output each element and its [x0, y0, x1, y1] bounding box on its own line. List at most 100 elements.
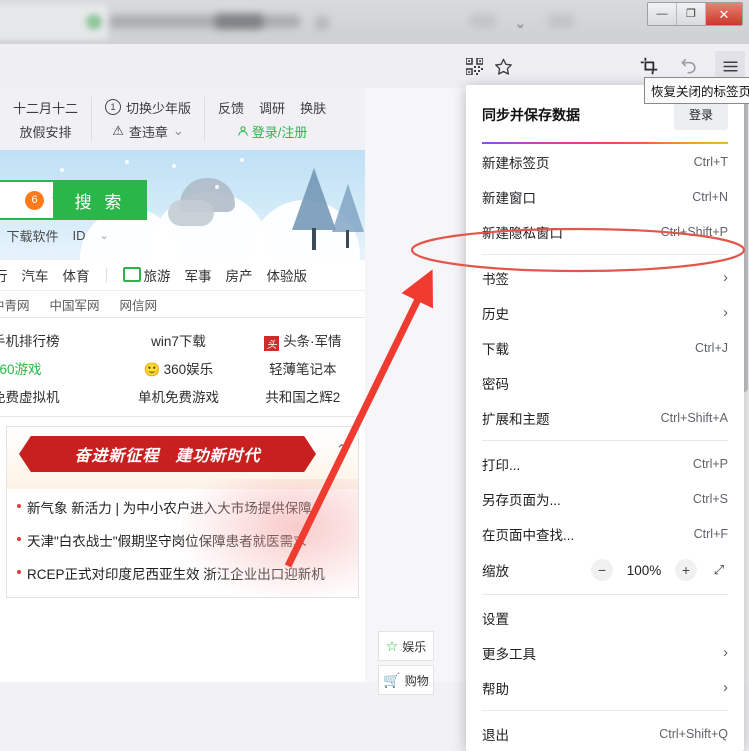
subnav-item-0[interactable]: 中青网: [0, 295, 30, 314]
fullscreen-icon[interactable]: ⤢: [708, 559, 730, 581]
menu-item-print[interactable]: 打印... Ctrl+P: [466, 446, 744, 481]
feedback-link[interactable]: 反馈: [218, 98, 244, 117]
menu-item-new-tab[interactable]: 新建标签页 Ctrl+T: [466, 144, 744, 179]
minimize-icon: —: [657, 9, 668, 20]
menu-item-extensions-themes[interactable]: 扩展和主题 Ctrl+Shift+A: [466, 400, 744, 435]
bookmark-star-icon[interactable]: [490, 53, 516, 79]
chevron-down-icon[interactable]: ⌄: [514, 14, 536, 28]
grid-link-0-2[interactable]: 头头条·军情: [241, 330, 365, 351]
chevron-down-icon[interactable]: ⌄: [173, 123, 184, 139]
menu-item-accel: Ctrl+F: [694, 527, 728, 541]
menu-item-passwords[interactable]: 密码: [466, 365, 744, 400]
minimize-button[interactable]: —: [648, 3, 677, 25]
tab-title-blurred: [110, 15, 300, 28]
menu-item-bookmarks[interactable]: 书签 ›: [466, 260, 744, 295]
menu-item-more-tools[interactable]: 更多工具 ›: [466, 635, 744, 670]
menu-item-label: 更多工具: [482, 643, 536, 663]
nav-item-5[interactable]: 房产: [226, 265, 253, 285]
nav-item-3[interactable]: 旅游: [123, 265, 171, 285]
violation-check-row[interactable]: ⚠ 查违章 ⌄: [112, 122, 184, 141]
grid-link-0-0[interactable]: 手机排行榜: [0, 330, 116, 350]
menu-item-history[interactable]: 历史 ›: [466, 295, 744, 330]
zoom-in-button[interactable]: +: [675, 559, 697, 581]
menu-item-accel: Ctrl+Shift+P: [661, 225, 728, 239]
grid-link-1-1[interactable]: 🙂360娱乐: [116, 358, 240, 378]
tooltip-restore-closed-tab: 恢复关闭的标签页: [644, 77, 749, 104]
grid-link-1-2[interactable]: 轻薄笔记本: [241, 358, 365, 378]
screenshot-crop-icon[interactable]: [636, 53, 662, 79]
search-button[interactable]: 搜 索: [53, 180, 147, 220]
nav-item-1[interactable]: 汽车: [22, 265, 49, 285]
window-controls: — ❐ ✕: [647, 2, 743, 26]
widget-entertainment[interactable]: ☆ 娱乐: [378, 631, 434, 661]
menu-item-new-incognito-window[interactable]: 新建隐私窗口 Ctrl+Shift+P: [466, 214, 744, 249]
hero-rock-2: [168, 200, 214, 226]
nav-item-6[interactable]: 体验版: [267, 265, 308, 285]
menu-item-label: 另存页面为...: [482, 489, 561, 509]
banner-text-left: 奋进新征程: [74, 442, 159, 466]
smiley-icon: 🙂: [144, 362, 161, 377]
menu-item-downloads[interactable]: 下载 Ctrl+J: [466, 330, 744, 365]
menu-item-settings[interactable]: 设置: [466, 600, 744, 635]
menu-item-new-window[interactable]: 新建窗口 Ctrl+N: [466, 179, 744, 214]
menu-separator: [482, 440, 728, 441]
grid-link-1-0[interactable]: 360游戏: [0, 358, 116, 378]
nav-item-0[interactable]: 行: [0, 265, 8, 285]
menu-item-accel: Ctrl+J: [695, 341, 728, 355]
nav-item-2[interactable]: 体育: [63, 265, 90, 285]
restore-button[interactable]: ❐: [677, 3, 706, 25]
news-card: 奋进新征程 建功新时代 ⌃ 新气象 新活力 | 为中小农户进入大市场提供保障 天…: [6, 426, 359, 598]
bullet-icon: [17, 570, 21, 574]
grid-link-1-1-label: 360娱乐: [164, 362, 214, 377]
chevron-up-icon[interactable]: ⌃: [335, 441, 348, 459]
menu-item-accel: Ctrl+Shift+Q: [659, 727, 728, 741]
undo-restore-tab-icon[interactable]: [676, 53, 702, 79]
hot-link-2[interactable]: ID: [73, 228, 86, 243]
subnav-item-2[interactable]: 网信网: [120, 295, 158, 314]
close-button[interactable]: ✕: [706, 3, 742, 25]
grid-link-0-2-label: 头条·军情: [283, 334, 342, 349]
nav-divider: [106, 268, 107, 283]
snow-dot: [125, 160, 129, 164]
menu-item-find-in-page[interactable]: 在页面中查找... Ctrl+F: [466, 516, 744, 551]
restore-icon: ❐: [686, 9, 696, 20]
youth-mode-row[interactable]: 1 切换少年版: [105, 98, 191, 117]
chevron-down-icon[interactable]: ⌄: [100, 229, 109, 242]
snow-dot: [240, 158, 244, 162]
hot-link-1[interactable]: 下载软件: [7, 226, 59, 245]
nav-item-4[interactable]: 军事: [185, 265, 212, 285]
survey-link[interactable]: 调研: [259, 98, 285, 117]
homepage-content: 十二月十二 放假安排 1 切换少年版 ⚠ 查违章 ⌄ 反馈 调研 换肤: [0, 88, 365, 682]
menu-item-save-page-as[interactable]: 另存页面为... Ctrl+S: [466, 481, 744, 516]
holiday-column[interactable]: 十二月十二 放假安排: [0, 97, 92, 141]
grid-link-2-2[interactable]: 共和国之辉2: [241, 386, 365, 406]
subnav-item-1[interactable]: 中国军网: [50, 295, 100, 314]
new-tab-button[interactable]: [315, 16, 329, 30]
login-register-link[interactable]: 登录/注册: [237, 122, 308, 141]
tabstrip-blur-1: [470, 14, 496, 28]
snow-dot: [60, 168, 64, 172]
menu-item-exit[interactable]: 退出 Ctrl+Shift+Q: [466, 716, 744, 751]
grid-link-2-1[interactable]: 单机免费游戏: [116, 386, 240, 406]
qr-code-icon[interactable]: [461, 53, 487, 79]
tv-icon: [123, 267, 141, 282]
login-register-label: 登录/注册: [252, 122, 308, 141]
zoom-level-value: 100%: [624, 563, 664, 578]
hero-tree-trunk-2: [346, 230, 349, 248]
hero-tree-1: [292, 168, 336, 230]
homepage-nav: 行 汽车 体育 旅游 军事 房产 体验版: [0, 260, 365, 291]
widget-shopping[interactable]: 🛒 购物: [378, 665, 434, 695]
chevron-right-icon: ›: [723, 269, 728, 286]
grid-link-0-1[interactable]: win7下载: [116, 330, 240, 350]
menu-item-label: 设置: [482, 608, 509, 628]
menu-item-label: 在页面中查找...: [482, 524, 574, 544]
holiday-schedule: 放假安排: [20, 122, 72, 141]
zoom-label: 缩放: [480, 560, 509, 580]
homepage-link-grid: 手机排行榜 win7下载 头头条·军情 360游戏 🙂360娱乐 轻薄笔记本 免…: [0, 318, 365, 417]
zoom-out-button[interactable]: −: [591, 559, 613, 581]
chevron-right-icon: ›: [723, 644, 728, 661]
skin-link[interactable]: 换肤: [300, 98, 326, 117]
grid-link-2-0[interactable]: 免费虚拟机: [0, 386, 116, 406]
widget-shopping-label: 购物: [405, 672, 429, 689]
menu-item-help[interactable]: 帮助 ›: [466, 670, 744, 705]
